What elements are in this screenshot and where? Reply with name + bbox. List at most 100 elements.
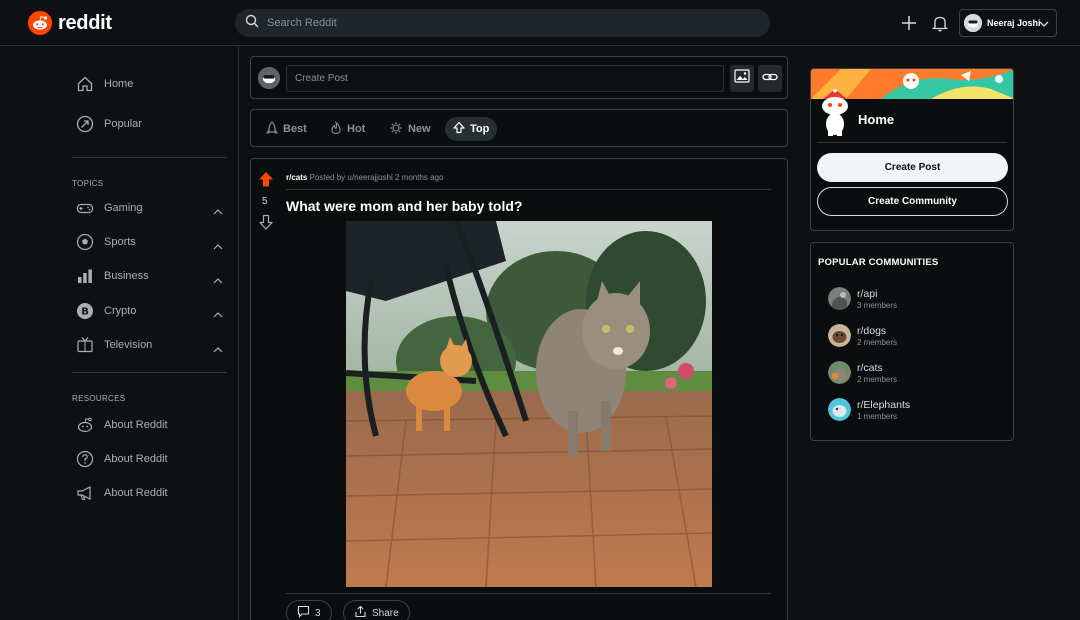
snoo-mascot-icon — [817, 88, 853, 142]
sidebar-item-advertise[interactable]: About Reddit — [76, 484, 168, 502]
popular-icon — [76, 115, 94, 133]
bell-icon[interactable] — [930, 13, 950, 33]
chevron-down-icon — [1038, 17, 1050, 35]
sort-best[interactable]: Best — [258, 117, 315, 141]
chevron-up-icon[interactable] — [212, 342, 224, 360]
sort-label: New — [408, 123, 431, 135]
sort-label: Hot — [347, 123, 366, 135]
sidebar-item-label: Television — [104, 339, 153, 351]
community-members: 1 members — [857, 411, 898, 421]
sidebar-item-label: Sports — [104, 236, 136, 248]
community-item[interactable]: r/api 3 members — [828, 287, 897, 310]
post-card[interactable]: 5 r/cats Posted by u/neerajjoshi 2 month… — [250, 158, 788, 620]
vote-count: 5 — [262, 196, 268, 207]
chevron-up-icon[interactable] — [212, 273, 224, 291]
search-bar[interactable] — [235, 9, 770, 37]
share-icon — [354, 605, 372, 620]
image-icon — [734, 69, 750, 88]
topics-heading: TOPICS — [72, 179, 104, 188]
sidebar-item-label: Crypto — [104, 305, 137, 317]
sidebar-item-about-reddit[interactable]: About Reddit — [76, 416, 168, 434]
flame-icon — [330, 120, 347, 138]
resources-heading: RESOURCES — [72, 394, 126, 403]
image-upload-button[interactable] — [730, 65, 754, 92]
svg-text:B: B — [81, 307, 89, 318]
community-members: 2 members — [857, 374, 898, 384]
reddit-alien-icon — [76, 416, 94, 434]
sidebar-item-business[interactable]: Business — [76, 267, 149, 285]
community-name: r/api — [857, 287, 878, 300]
community-item[interactable]: r/cats 2 members — [828, 361, 897, 384]
community-item[interactable]: r/dogs 2 members — [828, 324, 897, 347]
post-image[interactable] — [346, 221, 712, 587]
post-subreddit[interactable]: r/cats — [286, 173, 307, 182]
share-label: Share — [372, 607, 399, 619]
gamepad-icon — [76, 199, 94, 217]
sidebar-divider — [72, 372, 227, 373]
home-card: Home Create Post Create Community — [810, 68, 1014, 231]
post-title[interactable]: What were mom and her baby told? — [286, 198, 522, 214]
reddit-logo[interactable]: reddit — [28, 11, 112, 35]
bar-chart-icon — [76, 267, 94, 285]
community-avatar — [828, 324, 851, 347]
community-name: r/cats — [857, 361, 883, 374]
post-meta: r/cats Posted by u/neerajjoshi 2 months … — [286, 173, 443, 182]
comment-count: 3 — [315, 607, 321, 619]
downvote-icon[interactable] — [259, 214, 273, 235]
sidebar-item-label: About Reddit — [104, 419, 168, 431]
share-button[interactable]: Share — [343, 600, 410, 620]
link-button[interactable] — [758, 65, 782, 92]
sidebar-item-sports[interactable]: Sports — [76, 233, 136, 251]
user-avatar — [258, 67, 280, 89]
create-community-button[interactable]: Create Community — [817, 187, 1008, 216]
user-avatar — [964, 14, 982, 32]
sidebar-item-crypto[interactable]: B Crypto — [76, 302, 136, 320]
post-divider — [286, 189, 771, 190]
left-sidebar: Home Popular TOPICS Gaming Sports Busine… — [0, 46, 239, 620]
user-name: Neeraj Joshi — [987, 18, 1041, 28]
sort-label: Best — [283, 123, 307, 135]
popular-communities-heading: POPULAR COMMUNITIES — [818, 257, 939, 268]
sidebar-item-label: Home — [104, 78, 134, 90]
create-post-input[interactable] — [286, 65, 724, 92]
sidebar-item-television[interactable]: Television — [76, 336, 152, 354]
community-avatar — [828, 398, 851, 421]
sort-top[interactable]: Top — [445, 117, 498, 141]
plus-icon[interactable] — [899, 13, 919, 33]
sparkle-icon — [389, 121, 408, 138]
sort-new[interactable]: New — [381, 117, 439, 141]
upvote-icon[interactable] — [258, 171, 274, 193]
top-header: reddit Neeraj Joshi — [0, 0, 1080, 46]
sidebar-item-label: Popular — [104, 118, 142, 130]
chevron-up-icon[interactable] — [212, 307, 224, 325]
sidebar-item-home[interactable]: Home — [76, 75, 133, 93]
community-members: 2 members — [857, 337, 898, 347]
sort-hot[interactable]: Hot — [322, 117, 373, 141]
create-post-bar — [250, 56, 788, 99]
comments-button[interactable]: 3 — [286, 600, 332, 620]
search-input[interactable] — [267, 17, 747, 29]
community-members: 3 members — [857, 300, 898, 310]
chevron-up-icon[interactable] — [212, 204, 224, 222]
sidebar-divider — [72, 157, 227, 158]
soccer-ball-icon — [76, 233, 94, 251]
sidebar-item-gaming[interactable]: Gaming — [76, 199, 143, 217]
logo-text: reddit — [58, 11, 112, 34]
sidebar-item-help[interactable]: About Reddit — [76, 450, 168, 468]
user-menu-button[interactable]: Neeraj Joshi — [959, 9, 1057, 37]
megaphone-icon — [76, 484, 94, 502]
chevron-up-icon[interactable] — [212, 239, 224, 257]
popular-communities-card: POPULAR COMMUNITIES r/api 3 members r/do… — [810, 242, 1014, 441]
create-post-button[interactable]: Create Post — [817, 153, 1008, 182]
sidebar-item-label: Business — [104, 270, 149, 282]
community-item[interactable]: r/Elephants 1 members — [828, 398, 910, 421]
home-card-divider — [817, 142, 1007, 143]
community-avatar — [828, 361, 851, 384]
search-icon — [245, 14, 259, 33]
sidebar-item-popular[interactable]: Popular — [76, 115, 142, 133]
comment-icon — [297, 605, 315, 620]
community-avatar — [828, 287, 851, 310]
sort-label: Top — [470, 123, 490, 135]
link-icon — [762, 70, 778, 88]
post-author-time: Posted by u/neerajjoshi 2 months ago — [309, 173, 444, 182]
